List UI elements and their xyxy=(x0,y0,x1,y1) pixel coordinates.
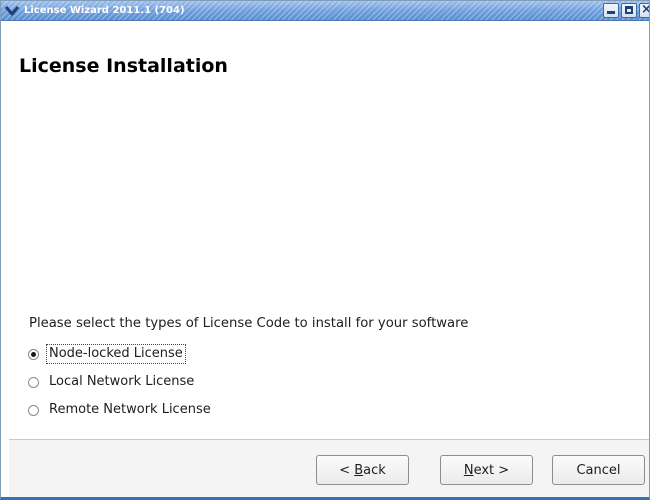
window-menu-chevron-icon[interactable] xyxy=(4,3,20,18)
next-button[interactable]: Next > xyxy=(440,455,533,485)
back-button[interactable]: < Back xyxy=(316,455,409,485)
radio-remote-network[interactable] xyxy=(28,404,39,416)
window-controls: × xyxy=(603,2,649,18)
maximize-icon[interactable] xyxy=(621,3,637,18)
radio-label-remote-network[interactable]: Remote Network License xyxy=(47,401,213,419)
close-icon[interactable]: × xyxy=(639,2,649,18)
page-title: License Installation xyxy=(19,55,228,77)
radio-option-remote-network[interactable]: Remote Network License xyxy=(28,399,213,421)
footer-divider xyxy=(9,439,649,440)
minimize-icon[interactable] xyxy=(603,3,619,18)
title-bar[interactable]: License Wizard 2011.1 (704) × xyxy=(1,1,649,21)
radio-option-local-network[interactable]: Local Network License xyxy=(28,371,213,393)
back-button-rest: ack xyxy=(363,462,386,478)
radio-label-local-network[interactable]: Local Network License xyxy=(47,373,196,391)
radio-node-locked[interactable] xyxy=(28,348,39,360)
license-type-radio-group: Node-locked License Local Network Licens… xyxy=(28,343,213,427)
back-button-prefix: < xyxy=(339,462,355,478)
window-title: License Wizard 2011.1 (704) xyxy=(24,5,185,16)
license-type-prompt: Please select the types of License Code … xyxy=(29,316,469,331)
radio-local-network[interactable] xyxy=(28,376,39,388)
cancel-button[interactable]: Cancel xyxy=(552,455,645,485)
license-wizard-window: License Wizard 2011.1 (704) × License In… xyxy=(0,0,650,500)
back-button-mnemonic: B xyxy=(354,462,364,478)
next-button-rest: ext > xyxy=(473,462,510,478)
radio-option-node-locked[interactable]: Node-locked License xyxy=(28,343,213,365)
radio-label-node-locked[interactable]: Node-locked License xyxy=(46,344,186,364)
next-button-mnemonic: N xyxy=(463,462,474,478)
